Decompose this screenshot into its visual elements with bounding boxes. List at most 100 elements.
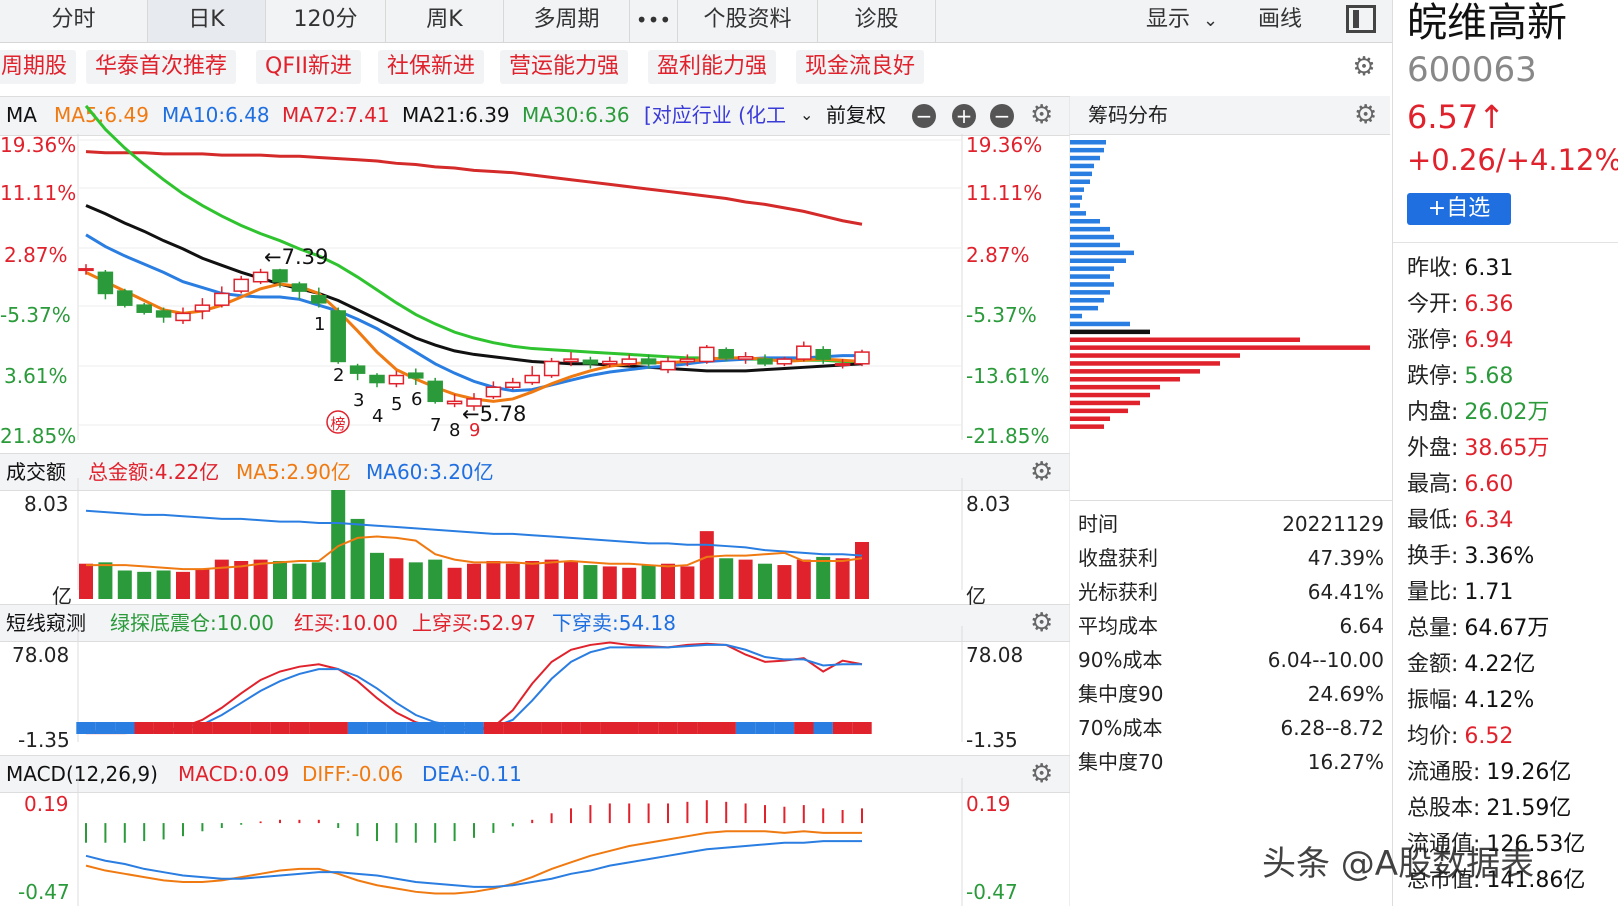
divider	[1393, 242, 1618, 243]
candle	[834, 363, 851, 367]
quote-stat-row: 均价: 6.52	[1407, 720, 1513, 754]
quote-stat-value: 6.31	[1464, 256, 1514, 281]
stock-name: 皖维高新	[1407, 0, 1567, 46]
ma30-line	[84, 104, 862, 363]
signal-strip-segment	[522, 722, 542, 734]
candle	[252, 271, 269, 283]
volume-bar	[156, 570, 171, 599]
volume-bar	[447, 567, 462, 599]
candle	[699, 346, 715, 363]
chip-stat-row: 时间 20221129	[1078, 508, 1384, 541]
candle	[78, 268, 94, 272]
high-price-label: ←7.39	[264, 245, 328, 269]
settings-gear-icon[interactable]: ⚙	[1354, 100, 1377, 130]
candle	[796, 345, 812, 360]
chip-title: 筹码分布	[1088, 103, 1168, 127]
chip-bar	[1070, 424, 1104, 429]
chip-stat-label: 平均成本	[1078, 614, 1158, 638]
candle	[194, 304, 211, 312]
chip-stat-label: 时间	[1078, 512, 1118, 536]
volume-bar	[486, 560, 501, 599]
signal-strip-segment	[541, 722, 562, 734]
chip-distribution-header: 筹码分布 ⚙	[1070, 96, 1390, 135]
volume-bar	[389, 558, 404, 599]
volume-bar	[311, 562, 326, 599]
quote-stat-label: 换手:	[1407, 544, 1459, 569]
quote-stat-row: 量比: 1.71	[1407, 576, 1513, 610]
volume-bar	[370, 552, 384, 599]
quote-stat-row: 今开: 6.36	[1407, 288, 1513, 322]
current-price: 6.57↑	[1407, 98, 1506, 136]
quote-stat-row: 换手: 3.36%	[1407, 540, 1534, 574]
quote-stat-label: 均价:	[1407, 724, 1459, 749]
chip-bar	[1070, 211, 1086, 216]
quote-stat-label: 外盘:	[1407, 436, 1459, 461]
chip-bar	[1070, 361, 1220, 366]
candle	[136, 304, 152, 313]
quote-stat-row: 最低: 6.34	[1407, 504, 1513, 538]
sidebar-toggle-icon[interactable]	[1346, 5, 1376, 33]
chip-bar	[1070, 313, 1082, 319]
candle	[97, 271, 114, 295]
chip-bar	[1070, 226, 1110, 232]
chip-bar	[1070, 258, 1126, 263]
draw-line-button[interactable]: 画线	[1258, 0, 1302, 42]
watermark: 头条 @A股数据表	[1262, 844, 1535, 884]
chip-bar	[1070, 337, 1300, 342]
chip-bar	[1070, 266, 1114, 271]
chip-bar	[1070, 282, 1114, 287]
quote-stat-label: 昨收:	[1407, 256, 1459, 281]
candle	[602, 360, 618, 365]
candle	[427, 380, 443, 403]
quote-stat-row: 总股本: 21.59亿	[1407, 792, 1571, 826]
volume-bar	[564, 560, 578, 599]
chip-stat-label: 光标获利	[1078, 580, 1158, 604]
signal-strip-segment	[406, 722, 426, 734]
quote-stat-row: 金额: 4.22亿	[1407, 648, 1535, 682]
add-watchlist-button[interactable]: +自选	[1407, 193, 1511, 225]
rank-badge-label: 榜	[330, 415, 345, 433]
sequence-count-label: 5	[391, 394, 402, 415]
quote-stat-value: 6.94	[1464, 328, 1514, 353]
quote-stat-label: 量比:	[1407, 580, 1459, 605]
chip-bar	[1070, 147, 1104, 153]
chip-bar	[1070, 353, 1240, 358]
volume-bar	[699, 531, 714, 599]
candle	[388, 374, 405, 385]
signal-strip-segment	[832, 722, 853, 734]
quote-stat-label: 涨停:	[1407, 328, 1459, 353]
chip-bar	[1070, 298, 1104, 303]
signal-strip-segment	[76, 722, 96, 734]
quote-stat-label: 今开:	[1407, 292, 1459, 317]
signal-strip-segment	[95, 722, 116, 734]
signal-strip-segment	[658, 722, 678, 734]
signal-strip-segment	[231, 722, 251, 734]
chip-stat-value: 6.28--8.72	[1280, 716, 1385, 740]
quote-stat-label: 内盘:	[1407, 400, 1459, 425]
chip-bar	[1070, 345, 1370, 350]
quote-stat-value: 38.65万	[1464, 436, 1550, 461]
dea-line	[85, 840, 862, 888]
sequence-count-label: 4	[372, 406, 383, 427]
signal-strip-segment	[289, 722, 310, 734]
candle	[854, 351, 870, 365]
candle	[757, 358, 773, 365]
signal-strip-segment	[735, 722, 756, 734]
quote-stat-row: 外盘: 38.65万	[1407, 432, 1549, 466]
chip-stat-label: 集中度90	[1078, 682, 1164, 706]
chip-bar	[1070, 384, 1160, 390]
kline-chart-area[interactable]: ←7.39←5.7812345 67 8 9榜	[0, 0, 1070, 906]
signal-strip-segment	[852, 722, 872, 734]
candle	[505, 381, 521, 388]
settings-gear-icon[interactable]: ⚙	[1351, 54, 1377, 80]
signal-strip-segment	[813, 722, 833, 734]
volume-bar	[796, 559, 811, 599]
candle	[311, 295, 327, 304]
chip-bar	[1070, 187, 1084, 192]
signal-strip-segment	[716, 722, 736, 734]
chip-stat-value: 6.04--10.00	[1267, 648, 1384, 672]
candle	[485, 386, 502, 398]
display-dropdown[interactable]: 显示 ⌄	[1146, 0, 1218, 42]
volume-bar	[816, 556, 831, 599]
signal-strip-segment	[677, 722, 698, 734]
